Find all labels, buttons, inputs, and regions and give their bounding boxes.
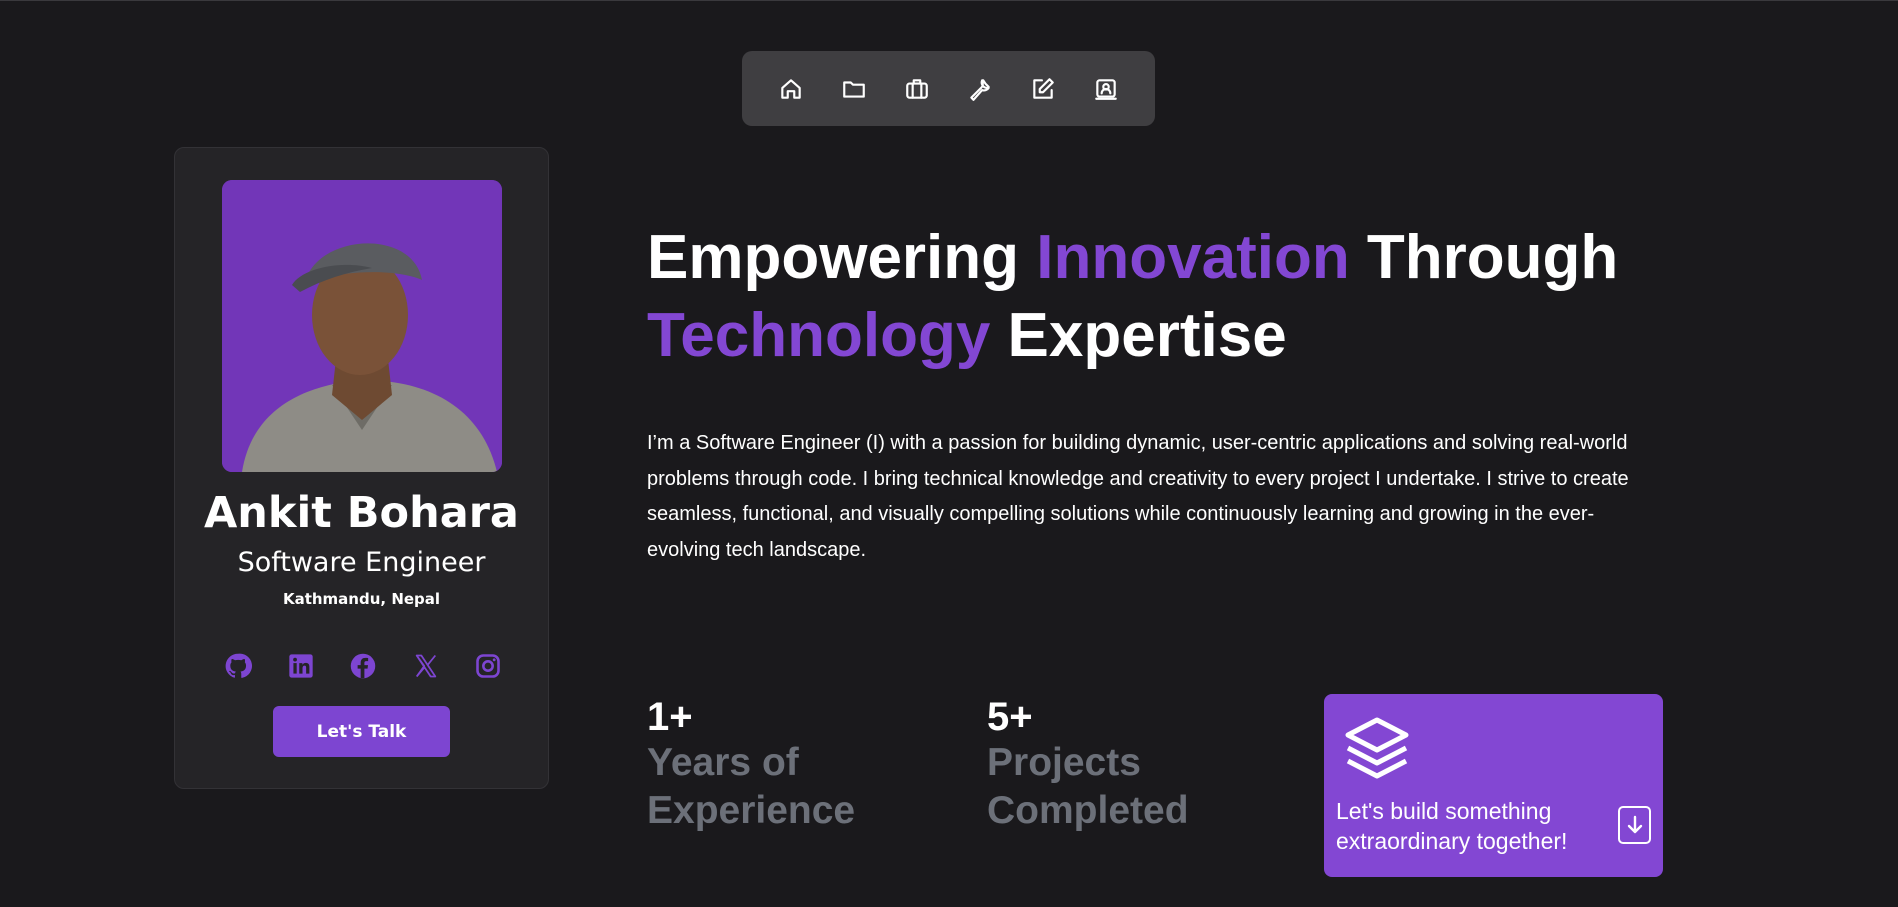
cta-text-line: Let's build something [1336, 798, 1552, 824]
profile-location: Kathmandu, Nepal [282, 590, 441, 608]
stat-value: 1+ [647, 695, 693, 739]
linkedin-icon [288, 654, 313, 678]
profile-photo [222, 180, 502, 472]
instagram-link[interactable] [473, 651, 503, 681]
arrow-down-icon [1627, 815, 1642, 834]
edit-icon [1032, 77, 1054, 99]
nav-blog-button[interactable] [1023, 69, 1063, 109]
wrench-icon [970, 78, 990, 101]
facebook-link[interactable] [348, 651, 378, 681]
nav-projects-button[interactable] [834, 69, 874, 109]
profile-name: Ankit Bohara [204, 488, 519, 538]
stat-value: 5+ [987, 695, 1033, 739]
nav-home-button[interactable] [771, 69, 811, 109]
nav-contact-button[interactable] [1086, 69, 1126, 109]
nav-experience-button[interactable] [897, 69, 937, 109]
briefcase-icon [906, 78, 928, 99]
profile-card: Ankit Bohara Software Engineer Kathmandu… [174, 147, 549, 789]
x-icon [415, 654, 436, 678]
nav-skills-button[interactable] [960, 69, 1000, 109]
stat-projects: 5+ Projects Completed [987, 695, 1189, 835]
linkedin-link[interactable] [286, 651, 316, 681]
lets-talk-button[interactable]: Let's Talk [273, 706, 450, 757]
cta-download-button[interactable] [1618, 806, 1651, 844]
profile-role: Software Engineer [237, 547, 486, 578]
cta-text: Let's build something extraordinary toge… [1336, 796, 1606, 856]
stat-label: Years of [647, 741, 799, 784]
hero-headline: Empowering Innovation Through Technology… [647, 219, 1647, 375]
hero-bio: I’m a Software Engineer (I) with a passi… [647, 432, 1629, 561]
contact-card-icon [1094, 78, 1117, 100]
cta-text-line: extraordinary together! [1336, 828, 1568, 854]
github-icon [225, 653, 252, 678]
top-navbar [742, 51, 1155, 126]
stat-experience: 1+ Years of Experience [647, 695, 855, 835]
headline-accent: Innovation [1036, 223, 1350, 292]
stat-label: Experience [647, 789, 856, 832]
home-icon [781, 78, 802, 99]
instagram-icon [476, 654, 500, 678]
stat-label: Projects [987, 741, 1141, 784]
headline-part: Empowering [647, 223, 1037, 292]
x-link[interactable] [411, 651, 441, 681]
cta-card[interactable]: Let's build something extraordinary toge… [1324, 694, 1663, 877]
folder-icon [843, 80, 866, 98]
layers-icon [1345, 717, 1409, 779]
headline-accent: Technology [647, 301, 991, 370]
github-link[interactable] [223, 651, 253, 681]
social-links [223, 651, 503, 681]
portfolio-page: Ankit Bohara Software Engineer Kathmandu… [0, 0, 1898, 907]
headline-part: Expertise [990, 301, 1287, 370]
stat-label: Completed [987, 789, 1189, 832]
facebook-icon [350, 653, 376, 679]
headline-part: Through [1349, 223, 1619, 292]
